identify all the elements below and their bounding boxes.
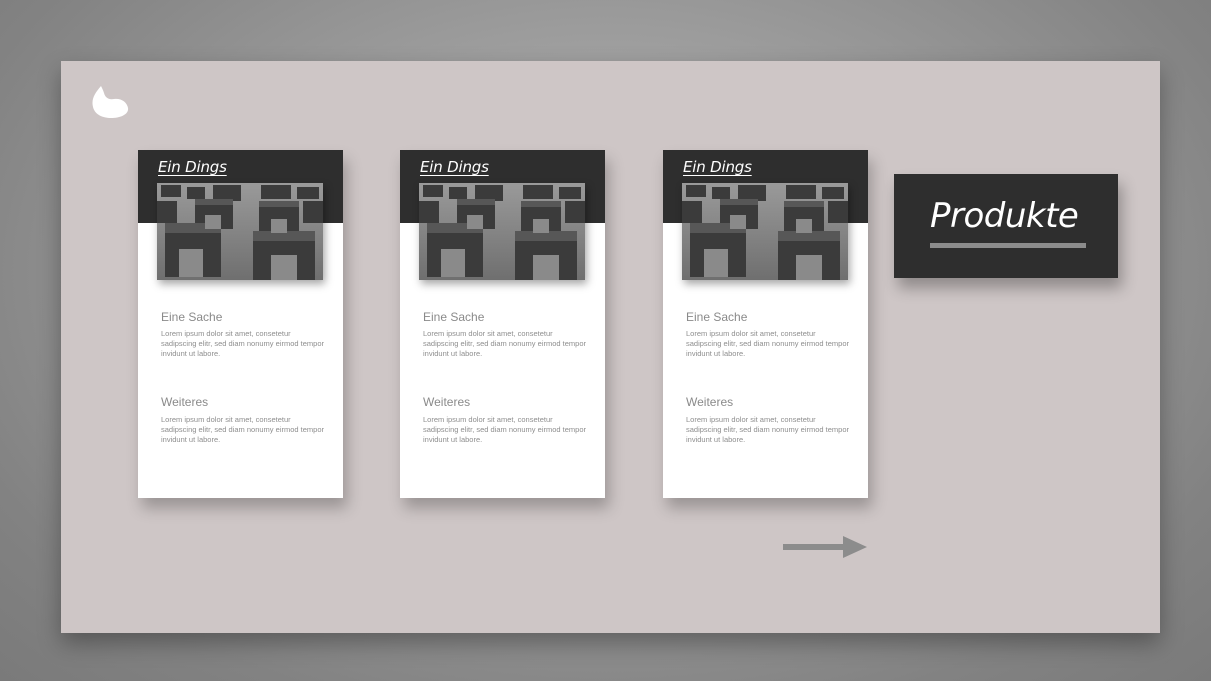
concrete-blocks-photo [157,183,323,280]
card-title: Ein Dings [683,158,752,176]
flame-icon [91,85,131,119]
section-text: Lorem ipsum dolor sit amet, consetetur s… [423,415,586,444]
section-heading: Eine Sache [686,310,748,324]
section-label-panel: Produkte [894,174,1118,278]
section-heading: Weiteres [423,395,471,409]
section-text: Lorem ipsum dolor sit amet, consetetur s… [423,329,586,358]
section-text: Lorem ipsum dolor sit amet, consetetur s… [161,329,324,358]
section-heading: Eine Sache [423,310,485,324]
concrete-blocks-photo [419,183,585,280]
section-heading: Weiteres [686,395,734,409]
card-title: Ein Dings [420,158,489,176]
product-card[interactable]: Ein Dings Eine Sache Lorem ipsum dolor s… [400,150,605,498]
section-text: Lorem ipsum dolor sit amet, consetetur s… [161,415,324,444]
slide-frame: Ein Dings Eine Sache Lorem ipsum dolor s… [61,61,1160,633]
card-title: Ein Dings [158,158,227,176]
arrow-right-icon[interactable] [781,535,869,559]
section-label: Produkte [930,196,1079,236]
section-heading: Eine Sache [161,310,223,324]
product-card[interactable]: Ein Dings Eine Sache Lorem ipsum dolor s… [663,150,868,498]
section-heading: Weiteres [161,395,209,409]
concrete-blocks-photo [682,183,848,280]
product-card[interactable]: Ein Dings Eine Sache Lorem ipsum dolor s… [138,150,343,498]
section-text: Lorem ipsum dolor sit amet, consetetur s… [686,415,849,444]
label-underline [930,243,1086,248]
section-text: Lorem ipsum dolor sit amet, consetetur s… [686,329,849,358]
